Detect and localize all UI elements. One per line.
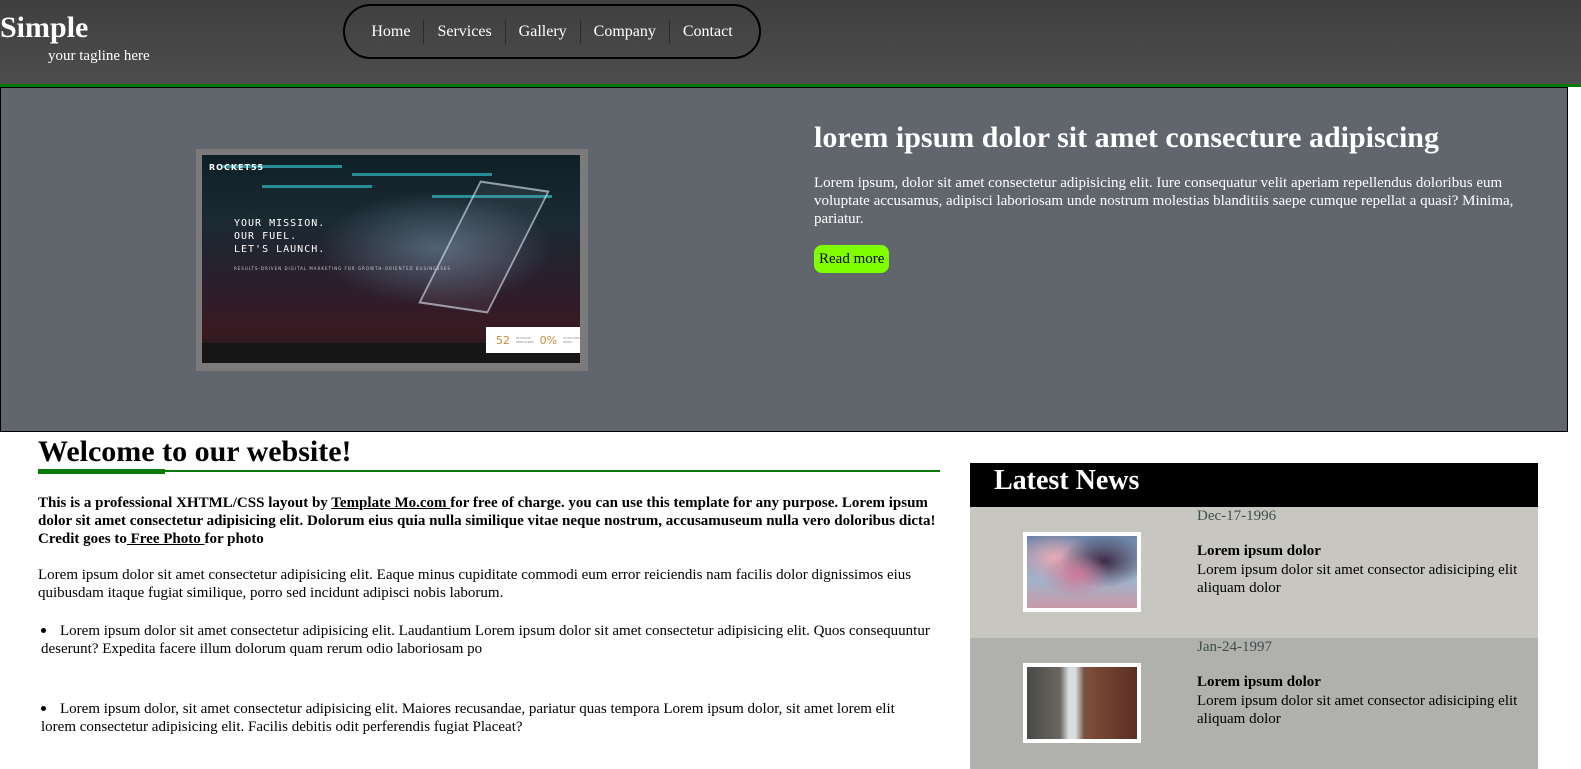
news-heading: Latest News xyxy=(970,463,1538,507)
image-headline-line: LET'S LAUNCH. xyxy=(234,244,326,255)
news-title[interactable]: Lorem ipsum dolor xyxy=(1197,543,1321,560)
news-date: Dec-17-1996 xyxy=(1197,508,1277,524)
image-stat-box: 52 IN-HOUSE EMPLOYEES 0% OUTSOURCED WORK xyxy=(486,327,580,353)
news-title[interactable]: Lorem ipsum dolor xyxy=(1197,674,1321,691)
image-brand: ROCKET55 xyxy=(209,163,265,172)
heading-divider xyxy=(38,470,940,472)
image-headline: YOUR MISSION. OUR FUEL. LET'S LAUNCH. xyxy=(234,217,325,256)
nav-home[interactable]: Home xyxy=(358,20,423,44)
heading-divider-accent xyxy=(38,469,165,474)
glass-sculpture xyxy=(418,180,550,314)
welcome-heading: Welcome to our website! xyxy=(38,435,352,468)
list-item: Lorem ipsum dolor, sit amet consectetur … xyxy=(41,700,931,736)
news-item: Dec-17-1996 Lorem ipsum dolor Lorem ipsu… xyxy=(970,507,1538,638)
nav-services[interactable]: Services xyxy=(423,19,504,44)
list-item-text: Lorem ipsum dolor, sit amet consectetur … xyxy=(41,701,895,735)
hero-text: Lorem ipsum, dolor sit amet consectetur … xyxy=(814,175,1514,227)
image-headline-line: YOUR MISSION. xyxy=(234,218,326,229)
templatemo-link[interactable]: Template Mo.com xyxy=(331,495,450,511)
bullet-icon xyxy=(41,627,46,633)
list-item-text: Lorem ipsum dolor sit amet consectetur a… xyxy=(41,623,930,657)
intro-text: This is a professional XHTML/CSS layout … xyxy=(38,495,332,511)
news-summary: Lorem ipsum dolor sit amet consector adi… xyxy=(1197,693,1518,727)
site-tagline: your tagline here xyxy=(48,48,150,64)
news-thumbnail[interactable] xyxy=(1023,663,1141,743)
image-stat2-value: 0% xyxy=(539,333,558,347)
news-thumbnail[interactable] xyxy=(1023,532,1141,612)
list-item: Lorem ipsum dolor sit amet consectetur a… xyxy=(41,622,931,658)
hero-image-frame: ROCKET55 YOUR MISSION. OUR FUEL. LET'S L… xyxy=(196,149,588,371)
latest-news: Latest News Dec-17-1996 Lorem ipsum dolo… xyxy=(970,463,1538,769)
news-summary: Lorem ipsum dolor sit amet consector adi… xyxy=(1197,562,1518,596)
nav-gallery[interactable]: Gallery xyxy=(504,19,580,44)
intro-text: for photo xyxy=(204,531,264,547)
free-photo-link[interactable]: Free Photo xyxy=(127,531,205,547)
waterfall-photo xyxy=(1027,667,1137,739)
image-stat-value: 52 xyxy=(496,333,510,347)
image-headline-line: OUR FUEL. xyxy=(234,231,298,242)
hero-image: ROCKET55 YOUR MISSION. OUR FUEL. LET'S L… xyxy=(202,155,580,363)
hero-title: lorem ipsum dolor sit amet consecture ad… xyxy=(814,121,1439,154)
sky-photo xyxy=(1027,536,1137,608)
ceiling-light xyxy=(352,173,492,176)
news-item: Jan-24-1997 Lorem ipsum dolor Lorem ipsu… xyxy=(970,638,1538,769)
site-title[interactable]: Simple xyxy=(0,10,88,46)
news-date: Jan-24-1997 xyxy=(1197,639,1272,655)
image-subline: RESULTS-DRIVEN DIGITAL MARKETING FOR GRO… xyxy=(234,266,451,271)
main-nav: Home Services Gallery Company Contact xyxy=(343,4,761,59)
body-paragraph: Lorem ipsum dolor sit amet consectetur a… xyxy=(38,567,912,601)
intro-paragraph: This is a professional XHTML/CSS layout … xyxy=(38,494,938,548)
hero-section: ROCKET55 YOUR MISSION. OUR FUEL. LET'S L… xyxy=(0,87,1568,432)
nav-company[interactable]: Company xyxy=(579,19,669,44)
read-more-button[interactable]: Read more xyxy=(814,245,890,273)
image-stat-label: IN-HOUSE EMPLOYEES xyxy=(516,336,534,344)
bullet-icon xyxy=(41,705,46,711)
site-header: Simple your tagline here Home Services G… xyxy=(0,0,1581,87)
nav-contact[interactable]: Contact xyxy=(668,19,746,44)
ceiling-light xyxy=(262,185,372,188)
image-stat2-label: OUTSOURCED WORK xyxy=(563,336,580,344)
